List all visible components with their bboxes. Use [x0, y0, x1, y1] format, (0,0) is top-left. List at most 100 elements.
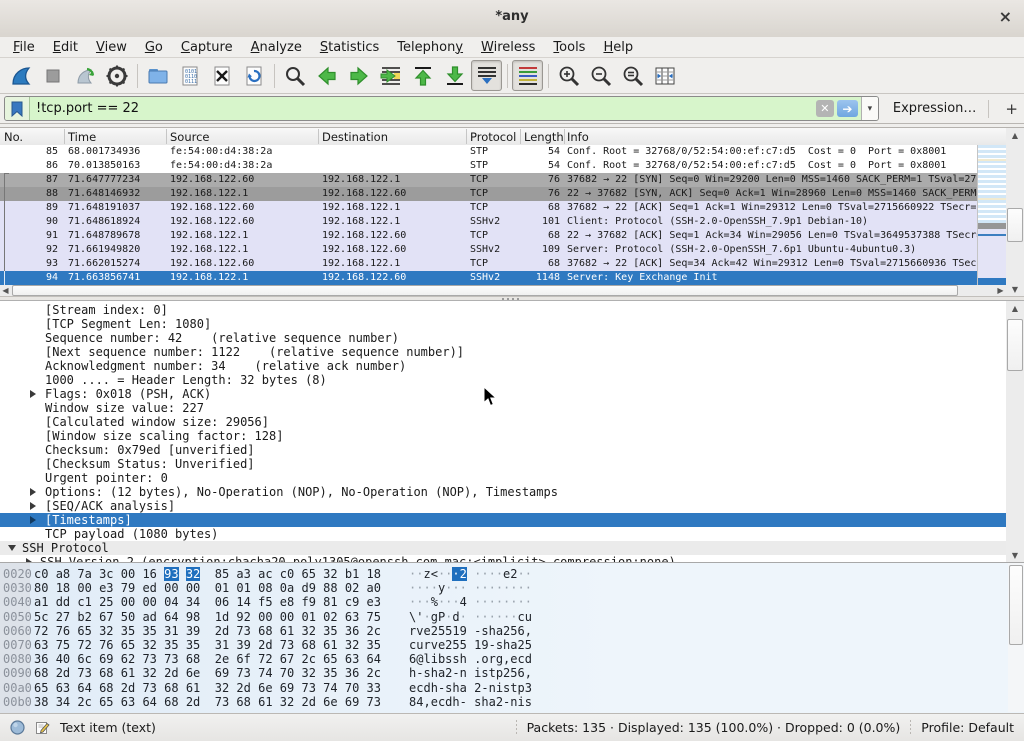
menu-capture[interactable]: Capture: [172, 39, 242, 56]
capture-comment-icon[interactable]: [35, 720, 50, 735]
packet-row-89[interactable]: 8971.648191037192.168.122.60192.168.122.…: [0, 201, 977, 215]
scroll-left-icon[interactable]: ◀: [0, 285, 11, 296]
menu-tools[interactable]: Tools: [544, 39, 594, 56]
detail-row[interactable]: [Timestamps]: [0, 513, 1006, 527]
bytes-vscrollbar[interactable]: [1008, 563, 1024, 712]
column-separator[interactable]: [64, 129, 65, 144]
close-icon[interactable]: ×: [999, 8, 1012, 26]
vscroll-thumb[interactable]: [1007, 319, 1023, 371]
hex-row-0020[interactable]: 0020c0 a8 7a 3c 00 16 93 32 85 a3 ac c0 …: [0, 567, 1006, 581]
packet-row-86[interactable]: 8670.013850163fe:54:00:d4:38:2aSTP54Conf…: [0, 159, 977, 173]
scroll-down-icon[interactable]: ▼: [1006, 548, 1024, 562]
save-file-icon[interactable]: 010101100111: [174, 60, 205, 91]
find-packet-icon[interactable]: [279, 60, 310, 91]
capture-stop-icon[interactable]: [37, 60, 68, 91]
detail-row[interactable]: [Stream index: 0]: [0, 303, 1006, 317]
column-separator[interactable]: [466, 129, 467, 144]
open-file-icon[interactable]: [142, 60, 173, 91]
menu-help[interactable]: Help: [594, 39, 642, 56]
title-bar[interactable]: *any ×: [0, 0, 1024, 38]
detail-row[interactable]: Checksum: 0x79ed [unverified]: [0, 443, 1006, 457]
packet-list-header[interactable]: No. Time Source Destination Protocol LengthIn…: [0, 128, 1006, 146]
packet-list-vscrollbar[interactable]: ▲ ▼: [1006, 128, 1024, 296]
detail-row[interactable]: Urgent pointer: 0: [0, 471, 1006, 485]
hex-row-0060[interactable]: 006072 76 65 32 35 35 31 39 2d 73 68 61 …: [0, 624, 1006, 638]
packet-row-93[interactable]: 9371.662015274192.168.122.60192.168.122.…: [0, 257, 977, 271]
resize-columns-icon[interactable]: [649, 60, 680, 91]
reload-file-icon[interactable]: [238, 60, 269, 91]
close-file-icon[interactable]: [206, 60, 237, 91]
menu-statistics[interactable]: Statistics: [311, 39, 388, 56]
vscroll-thumb[interactable]: [1009, 565, 1023, 645]
hex-row-0080[interactable]: 008036 40 6c 69 62 73 73 68 2e 6f 72 67 …: [0, 652, 1006, 666]
packet-row-92[interactable]: 9271.661949820192.168.122.1192.168.122.6…: [0, 243, 977, 257]
column-header-destination[interactable]: Destination: [322, 130, 388, 144]
detail-row[interactable]: [Calculated window size: 29056]: [0, 415, 1006, 429]
hex-row-00a0[interactable]: 00a065 63 64 68 2d 73 68 61 32 2d 6e 69 …: [0, 681, 1006, 695]
menu-edit[interactable]: Edit: [44, 39, 87, 56]
packet-row-87[interactable]: 8771.647777234192.168.122.60192.168.122.…: [0, 173, 977, 187]
scroll-down-icon[interactable]: ▼: [1006, 282, 1024, 296]
packet-row-90[interactable]: 9071.648618924192.168.122.60192.168.122.…: [0, 215, 977, 229]
detail-row[interactable]: Window size value: 227: [0, 401, 1006, 415]
detail-row[interactable]: [Next sequence number: 1122 (relative se…: [0, 345, 1006, 359]
capture-restart-icon[interactable]: [69, 60, 100, 91]
detail-row[interactable]: Flags: 0x018 (PSH, ACK): [0, 387, 1006, 401]
auto-scroll-icon[interactable]: [471, 60, 502, 91]
display-filter-input[interactable]: [30, 97, 816, 120]
expand-icon[interactable]: [30, 390, 36, 398]
scroll-up-icon[interactable]: ▲: [1006, 301, 1024, 315]
detail-row[interactable]: Acknowledgment number: 34 (relative ack …: [0, 359, 1006, 373]
zoom-reset-icon[interactable]: [617, 60, 648, 91]
filter-clear-button[interactable]: ✕: [816, 100, 834, 117]
detail-row[interactable]: Options: (12 bytes), No-Operation (NOP),…: [0, 485, 1006, 499]
go-first-icon[interactable]: [407, 60, 438, 91]
column-header-no[interactable]: No.: [4, 130, 23, 144]
packet-row-91[interactable]: 9171.648789678192.168.122.1192.168.122.6…: [0, 229, 977, 243]
hex-row-0040[interactable]: 0040a1 dd c1 25 00 00 04 34 06 14 f5 e8 …: [0, 595, 1006, 609]
hex-row-00b0[interactable]: 00b038 34 2c 65 63 64 68 2d 73 68 61 32 …: [0, 695, 1006, 709]
go-last-icon[interactable]: [439, 60, 470, 91]
column-header-time[interactable]: Time: [68, 130, 96, 144]
wireshark-start-icon[interactable]: [5, 60, 36, 91]
intelligent-scrollbar-minimap[interactable]: [977, 145, 1006, 285]
expand-icon[interactable]: [30, 502, 36, 510]
detail-row[interactable]: SSH Protocol: [0, 541, 1006, 555]
scroll-up-icon[interactable]: ▲: [1006, 128, 1024, 142]
detail-row[interactable]: [Checksum Status: Unverified]: [0, 457, 1006, 471]
packet-row-94[interactable]: 9471.663856741192.168.122.1192.168.122.6…: [0, 271, 977, 285]
detail-row[interactable]: [TCP Segment Len: 1080]: [0, 317, 1006, 331]
menu-view[interactable]: View: [87, 39, 136, 56]
go-to-packet-icon[interactable]: [375, 60, 406, 91]
details-vscrollbar[interactable]: ▲ ▼: [1006, 301, 1024, 562]
detail-row[interactable]: [SEQ/ACK analysis]: [0, 499, 1006, 513]
menu-telephony[interactable]: Telephony: [388, 39, 472, 56]
packet-row-85[interactable]: 8568.001734936fe:54:00:d4:38:2aSTP54Conf…: [0, 145, 977, 159]
go-back-icon[interactable]: [311, 60, 342, 91]
column-separator[interactable]: [564, 129, 565, 144]
scroll-right-icon[interactable]: ▶: [995, 285, 1006, 296]
collapse-icon[interactable]: [8, 545, 16, 551]
menu-wireless[interactable]: Wireless: [472, 39, 544, 56]
column-header-protocol[interactable]: Protocol: [470, 130, 516, 144]
hex-row-0050[interactable]: 00505c 27 b2 67 50 ad 64 98 1d 92 00 00 …: [0, 610, 1006, 624]
detail-row[interactable]: Sequence number: 42 (relative sequence n…: [0, 331, 1006, 345]
expand-icon[interactable]: [30, 488, 36, 496]
vscroll-thumb[interactable]: [1007, 208, 1023, 242]
expand-icon[interactable]: [30, 516, 36, 524]
column-header-length[interactable]: Length: [524, 130, 564, 144]
detail-row[interactable]: 1000 .... = Header Length: 32 bytes (8): [0, 373, 1006, 387]
expression-button[interactable]: Expression…: [893, 101, 977, 116]
column-header-info[interactable]: Info: [567, 130, 589, 144]
go-forward-icon[interactable]: [343, 60, 374, 91]
hex-row-0090[interactable]: 009068 2d 73 68 61 32 2d 6e 69 73 74 70 …: [0, 666, 1006, 680]
filter-bookmark-button[interactable]: [5, 97, 30, 120]
detail-row[interactable]: SSH Version 2 (encryption:chacha20-poly1…: [0, 555, 1006, 562]
status-profile[interactable]: Profile: Default: [921, 720, 1014, 735]
menu-go[interactable]: Go: [136, 39, 172, 56]
detail-row[interactable]: [Window size scaling factor: 128]: [0, 429, 1006, 443]
hex-row-0070[interactable]: 007063 75 72 76 65 32 35 35 31 39 2d 73 …: [0, 638, 1006, 652]
capture-options-icon[interactable]: [101, 60, 132, 91]
column-separator[interactable]: [520, 129, 521, 144]
column-header-source[interactable]: Source: [170, 130, 210, 144]
